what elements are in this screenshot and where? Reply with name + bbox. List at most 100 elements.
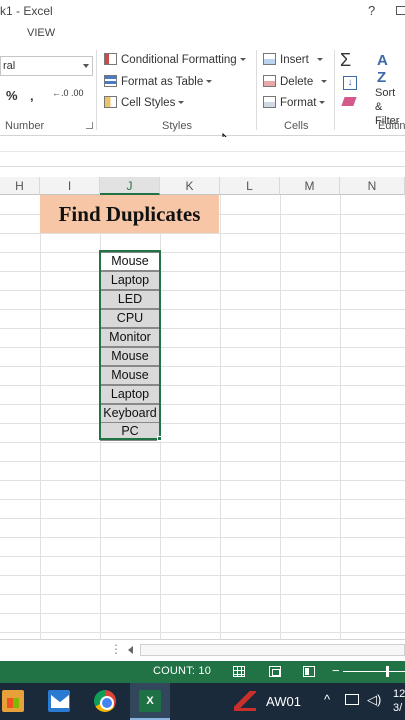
- grid-row-line: [0, 442, 405, 443]
- column-header-j[interactable]: J: [100, 177, 160, 195]
- volume-icon[interactable]: ◁): [367, 692, 381, 708]
- chevron-down-icon: [316, 58, 323, 61]
- data-cell[interactable]: Mouse: [100, 347, 160, 366]
- sort-filter-icon[interactable]: AZ: [377, 52, 388, 86]
- data-cell[interactable]: Keyboard: [100, 404, 160, 423]
- data-cell[interactable]: CPU: [100, 309, 160, 328]
- data-cell[interactable]: Laptop: [100, 385, 160, 404]
- grid-row-line: [0, 518, 405, 519]
- font-name-dropdown[interactable]: ral: [0, 56, 93, 76]
- grid-row-line: [0, 537, 405, 538]
- tray-expand-icon[interactable]: ^: [324, 692, 330, 707]
- cells-group-label: Cells: [284, 120, 309, 132]
- group-divider: [334, 50, 335, 130]
- fill-handle[interactable]: [157, 436, 162, 441]
- mail-app-icon[interactable]: [48, 690, 70, 712]
- data-cell[interactable]: Mouse: [100, 252, 160, 271]
- network-icon[interactable]: [345, 694, 359, 705]
- zoom-slider-thumb[interactable]: [386, 666, 389, 677]
- excel-app-icon[interactable]: X: [139, 690, 161, 712]
- data-cell[interactable]: PC: [100, 422, 160, 441]
- count-indicator: COUNT: 10: [153, 665, 212, 677]
- conditional-formatting-icon: [104, 53, 117, 65]
- grid-row-line: [0, 594, 405, 595]
- autosum-icon[interactable]: Σ: [340, 50, 351, 71]
- clock[interactable]: 12 3/: [393, 687, 405, 715]
- editing-group-label: Editin: [378, 120, 405, 132]
- worksheet-grid[interactable]: H I J K L M N: [0, 177, 405, 639]
- grid-column-line: [340, 195, 341, 639]
- delete-cells-button[interactable]: Delete: [263, 75, 328, 91]
- insert-label: Insert: [280, 54, 309, 66]
- window-title: k1 - Excel: [0, 4, 53, 18]
- format-as-table-label: Format as Table: [121, 76, 204, 88]
- conditional-formatting-label: Conditional Formatting: [121, 54, 237, 66]
- split-handle-icon[interactable]: ⋮: [110, 642, 122, 656]
- column-header-m[interactable]: M: [280, 177, 340, 195]
- data-cell[interactable]: Monitor: [100, 328, 160, 347]
- zoom-slider[interactable]: [343, 671, 405, 672]
- sheet-title-cell[interactable]: Find Duplicates: [40, 195, 219, 233]
- cell-styles-button[interactable]: Cell Styles: [104, 96, 185, 112]
- styles-group-label: Styles: [162, 120, 192, 132]
- column-header-k[interactable]: K: [160, 177, 220, 195]
- clock-date: 3/: [393, 702, 403, 714]
- data-cell[interactable]: LED: [100, 290, 160, 309]
- chrome-app-icon[interactable]: [94, 690, 116, 712]
- grid-row-line: [0, 480, 405, 481]
- grid-row-line: [0, 385, 405, 386]
- restore-button[interactable]: [396, 6, 405, 15]
- chevron-down-icon: [178, 101, 185, 104]
- format-as-table-icon: [104, 75, 117, 87]
- format-cells-button[interactable]: Format: [263, 96, 326, 112]
- clear-eraser-icon[interactable]: [341, 97, 357, 106]
- aw01-app-icon[interactable]: [234, 691, 256, 711]
- format-label: Format: [280, 97, 317, 109]
- number-dialog-launcher-icon[interactable]: [86, 122, 93, 129]
- grid-row-line: [0, 632, 405, 633]
- title-bar: k1 - Excel ?: [0, 0, 405, 24]
- comma-style-button[interactable]: ‚: [30, 88, 34, 103]
- format-as-table-button[interactable]: Format as Table: [104, 75, 213, 91]
- horizontal-scrollbar[interactable]: [140, 644, 405, 656]
- page-layout-view-icon[interactable]: [269, 666, 281, 677]
- grid-row-line: [0, 613, 405, 614]
- taskbar: X AW01 ^ ◁) 12 3/: [0, 683, 405, 720]
- column-header-h[interactable]: H: [0, 177, 40, 195]
- formula-bar-area: [0, 137, 405, 177]
- help-button[interactable]: ?: [368, 3, 375, 18]
- column-header-l[interactable]: L: [220, 177, 280, 195]
- column-header-i[interactable]: I: [40, 177, 100, 195]
- cell-styles-label: Cell Styles: [121, 97, 176, 109]
- ribbon-tabs: VIEW: [0, 24, 405, 44]
- percent-style-button[interactable]: %: [6, 88, 18, 103]
- chevron-down-icon: [206, 80, 213, 83]
- group-divider: [96, 50, 97, 130]
- clock-time: 12: [393, 688, 405, 700]
- normal-view-icon[interactable]: [233, 666, 245, 677]
- insert-cells-icon: [263, 53, 276, 65]
- grid-column-line: [280, 195, 281, 639]
- group-divider: [256, 50, 257, 130]
- zoom-out-button[interactable]: −: [332, 663, 340, 678]
- tab-view[interactable]: VIEW: [27, 27, 55, 39]
- insert-cells-button[interactable]: Insert: [263, 53, 323, 69]
- conditional-formatting-button[interactable]: Conditional Formatting: [104, 53, 246, 69]
- ribbon: ral % ‚ ←.0 .00 Number Conditional Forma…: [0, 44, 405, 151]
- delete-cells-icon: [263, 75, 276, 87]
- aw01-app-label[interactable]: AW01: [266, 694, 301, 709]
- sheet-scroll-row: ⋮: [0, 639, 405, 659]
- chevron-down-icon: [319, 101, 326, 104]
- page-break-view-icon[interactable]: [303, 666, 315, 677]
- grid-row-line: [0, 556, 405, 557]
- grid-row-line: [0, 423, 405, 424]
- fill-icon[interactable]: ↓: [343, 76, 357, 90]
- column-header-n[interactable]: N: [340, 177, 405, 195]
- data-cell[interactable]: Laptop: [100, 271, 160, 290]
- grid-row-line: [0, 271, 405, 272]
- scroll-left-arrow-icon[interactable]: [128, 646, 133, 654]
- grid-column-line: [160, 195, 161, 639]
- increase-decimal-button[interactable]: ←.0 .00: [52, 88, 84, 98]
- data-cell[interactable]: Mouse: [100, 366, 160, 385]
- store-app-icon[interactable]: [2, 690, 24, 712]
